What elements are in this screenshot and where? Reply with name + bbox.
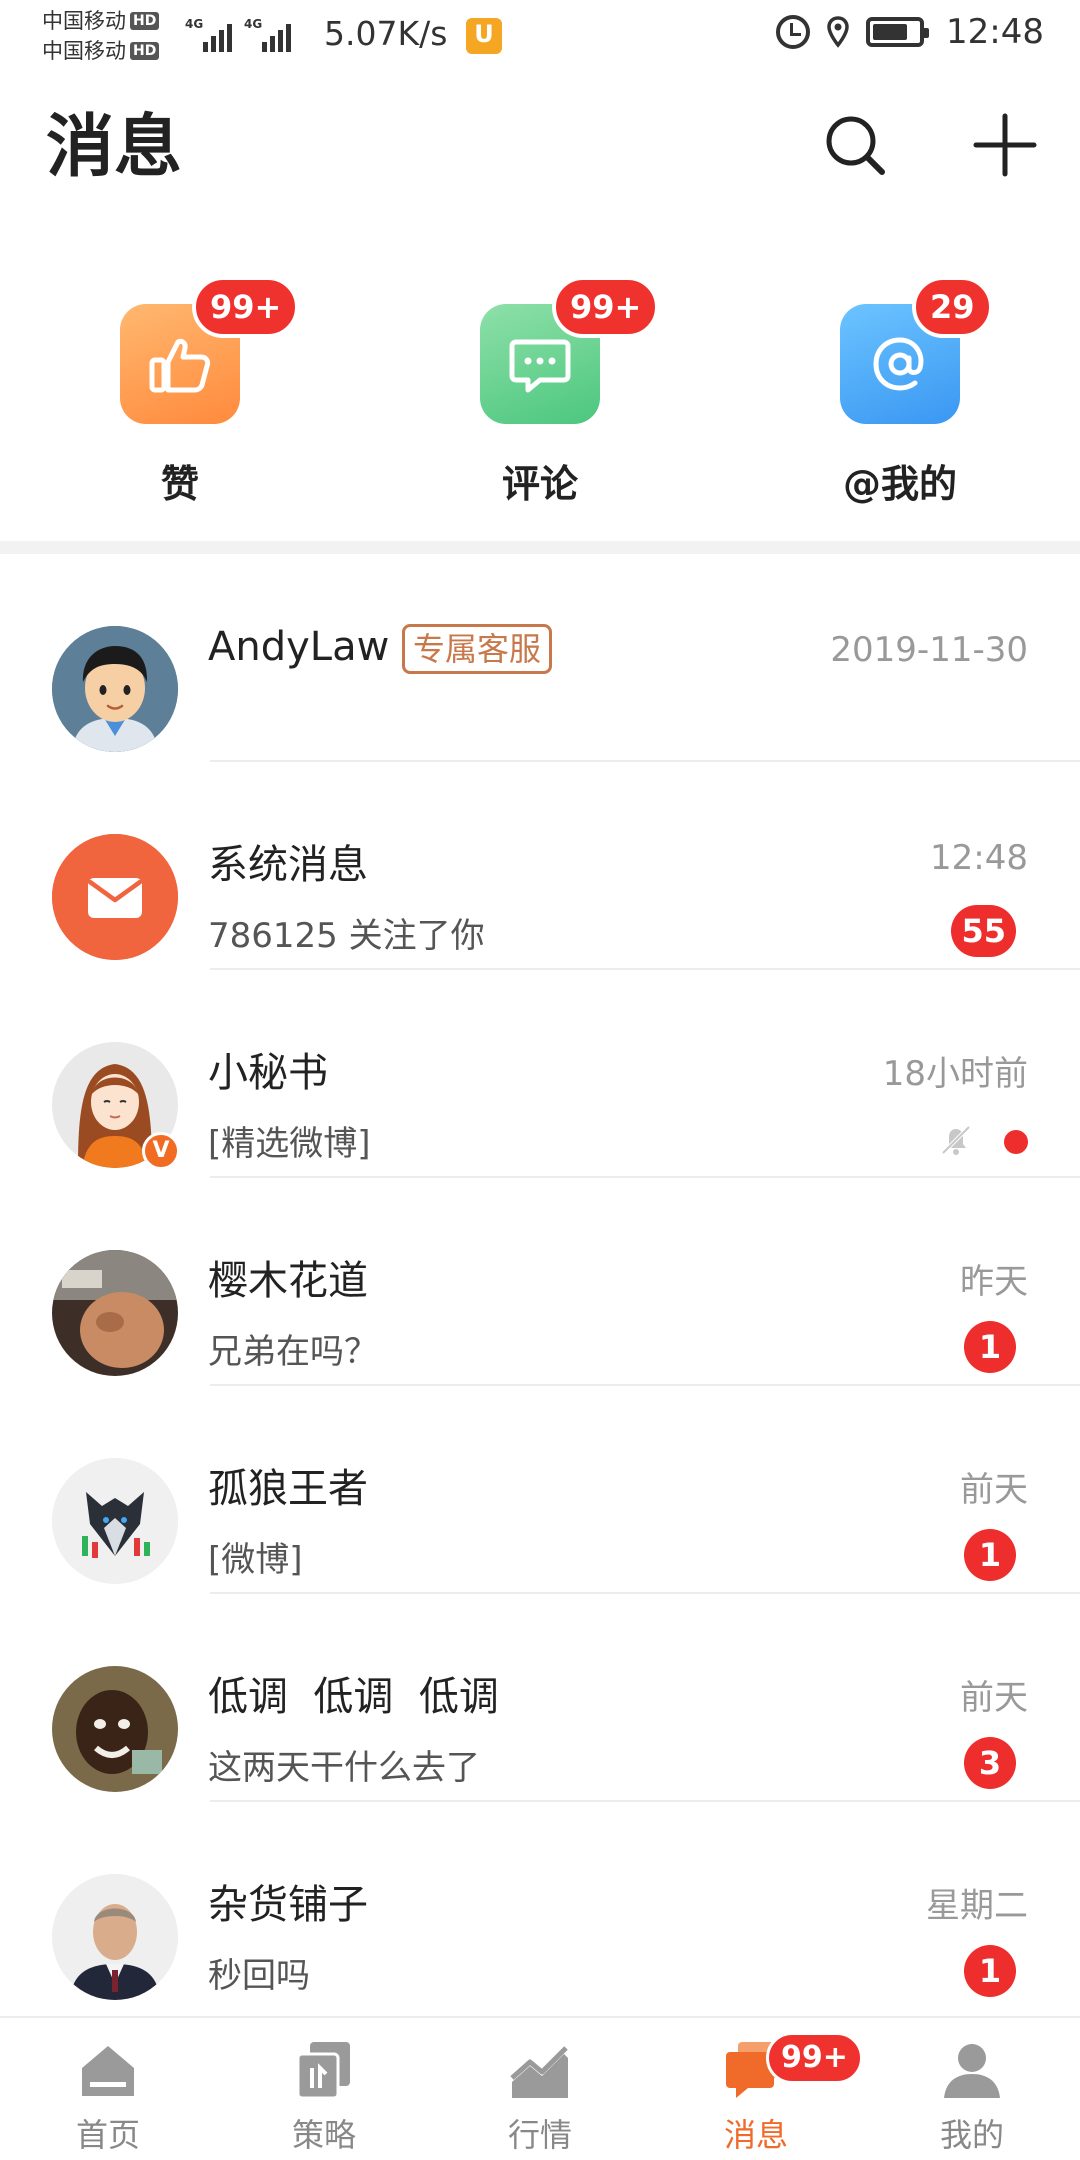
- avatar: [52, 1874, 178, 2000]
- strategy-icon: [296, 2042, 350, 2100]
- conversation-time: 星期二: [926, 1886, 1028, 1926]
- unread-count-badge: 1: [964, 1529, 1016, 1581]
- category-badge: 29: [912, 276, 993, 338]
- unread-count-badge: 1: [964, 1321, 1016, 1373]
- home-icon: [82, 2046, 134, 2096]
- header: 消息: [0, 100, 1080, 200]
- nav-label: 我的: [939, 2116, 1004, 2154]
- conversation-preview: 786125 关注了你: [208, 916, 485, 956]
- conversation-preview: [微博]: [208, 1540, 303, 1580]
- unread-count-badge: 1: [964, 1945, 1016, 1997]
- unread-count-badge: 55: [951, 905, 1016, 957]
- muted-bell-icon: [941, 1125, 971, 1155]
- conversation-row-secretary[interactable]: V 小秘书 18小时前 [精选微博]: [0, 970, 1080, 1178]
- unread-dot: [1004, 1130, 1028, 1154]
- unread-count-badge: 3: [964, 1737, 1016, 1789]
- nav-item-profile[interactable]: 我的: [892, 2038, 1052, 2160]
- search-icon[interactable]: [820, 110, 890, 180]
- carrier-name-1: 中国移动: [42, 9, 126, 33]
- conversation-time: 昨天: [960, 1262, 1028, 1302]
- hd-badge: HD: [130, 12, 160, 30]
- network-type: 4G: [185, 17, 204, 31]
- conversation-time: 18小时前: [882, 1054, 1028, 1094]
- category-comments[interactable]: 99+ 评论: [440, 276, 660, 520]
- category-label: 评论: [501, 462, 578, 506]
- net-speed: 5.07K/s: [324, 14, 448, 53]
- conversation-preview: 秒回吗: [208, 1956, 310, 1996]
- signal-strength-icon: 4G: [185, 18, 232, 52]
- status-bar: 中国移动 HD 中国移动 HD 4G 4G 5.07K/s U 12:48: [0, 0, 1080, 72]
- nav-item-home[interactable]: 首页: [28, 2038, 188, 2160]
- nav-badge: 99+: [766, 2032, 863, 2084]
- hd-badge: HD: [130, 42, 160, 60]
- conversation-name: 系统消息: [208, 842, 368, 888]
- nav-label: 首页: [75, 2116, 140, 2154]
- plus-icon[interactable]: [970, 110, 1040, 180]
- conversation-row-grocery[interactable]: 杂货铺子 星期二 秒回吗 1: [0, 1802, 1080, 2010]
- nav-label: 策略: [291, 2116, 356, 2154]
- conversation-row-andylaw[interactable]: AndyLaw 专属客服 2019-11-30: [0, 554, 1080, 762]
- carrier-info: 中国移动 HD 中国移动 HD: [42, 6, 160, 66]
- conversation-row-low-key[interactable]: 低调 低调 低调 前天 这两天干什么去了 3: [0, 1594, 1080, 1802]
- conversation-preview: 兄弟在吗？: [208, 1332, 378, 1372]
- conversation-time: 2019-11-30: [830, 630, 1028, 670]
- nav-item-market[interactable]: 行情: [460, 2038, 620, 2160]
- conversation-name: 低调 低调 低调: [208, 1674, 499, 1720]
- service-tag: 专属客服: [402, 624, 553, 674]
- avatar: [52, 1458, 178, 1584]
- category-mentions[interactable]: 29 @我的: [800, 276, 1000, 520]
- page-title: 消息: [46, 108, 183, 187]
- battery-icon: [866, 17, 930, 47]
- conversation-row-sakuragi[interactable]: 樱木花道 昨天 兄弟在吗？ 1: [0, 1178, 1080, 1386]
- nav-item-strategy[interactable]: 策略: [244, 2038, 404, 2160]
- network-type: 4G: [244, 17, 263, 31]
- conversation-time: 前天: [960, 1678, 1028, 1718]
- nav-item-messages[interactable]: 99+ 消息: [676, 2032, 863, 2160]
- avatar: [52, 1250, 178, 1376]
- nav-label: 消息: [723, 2116, 788, 2154]
- location-icon: [827, 16, 849, 48]
- avatar: [52, 626, 178, 752]
- verified-badge: V: [142, 1132, 180, 1170]
- avatar: [52, 1666, 178, 1792]
- profile-icon: [944, 2044, 1000, 2098]
- avatar: V: [52, 1042, 180, 1170]
- alarm-icon: [776, 15, 811, 49]
- conversation-name: 杂货铺子: [208, 1882, 368, 1928]
- signal-strength-icon: 4G: [244, 18, 291, 52]
- conversation-name: 小秘书: [208, 1050, 328, 1096]
- conversation-preview: 这两天干什么去了: [208, 1748, 480, 1788]
- category-badge: 99+: [192, 276, 300, 338]
- conversation-name: 孤狼王者: [208, 1466, 368, 1512]
- bottom-nav: 首页 策略 行情 99+ 消息 我的: [0, 2016, 1080, 2160]
- category-likes[interactable]: 99+ 赞: [80, 276, 300, 520]
- category-label: @我的: [842, 462, 957, 506]
- conversation-row-system[interactable]: 系统消息 12:48 786125 关注了你 55: [0, 762, 1080, 970]
- market-chart-icon: [510, 2046, 568, 2098]
- nav-label: 行情: [507, 2116, 572, 2154]
- notification-categories: 99+ 赞 99+ 评论 29 @我的: [0, 276, 1080, 520]
- app-notification-icon: U: [466, 18, 502, 54]
- mail-icon: [52, 834, 178, 960]
- section-divider: [0, 541, 1080, 554]
- carrier-name-2: 中国移动: [42, 39, 126, 63]
- conversation-name: 樱木花道: [208, 1258, 368, 1304]
- category-label: 赞: [160, 462, 199, 506]
- conversation-time: 前天: [960, 1470, 1028, 1510]
- signal-icons: 4G 4G: [185, 18, 291, 52]
- category-badge: 99+: [552, 276, 660, 338]
- status-time: 12:48: [946, 12, 1044, 52]
- conversation-time: 12:48: [930, 838, 1028, 878]
- conversation-preview: [精选微博]: [208, 1124, 371, 1164]
- conversation-name: AndyLaw: [208, 624, 390, 670]
- conversation-row-lone-wolf[interactable]: 孤狼王者 前天 [微博] 1: [0, 1386, 1080, 1594]
